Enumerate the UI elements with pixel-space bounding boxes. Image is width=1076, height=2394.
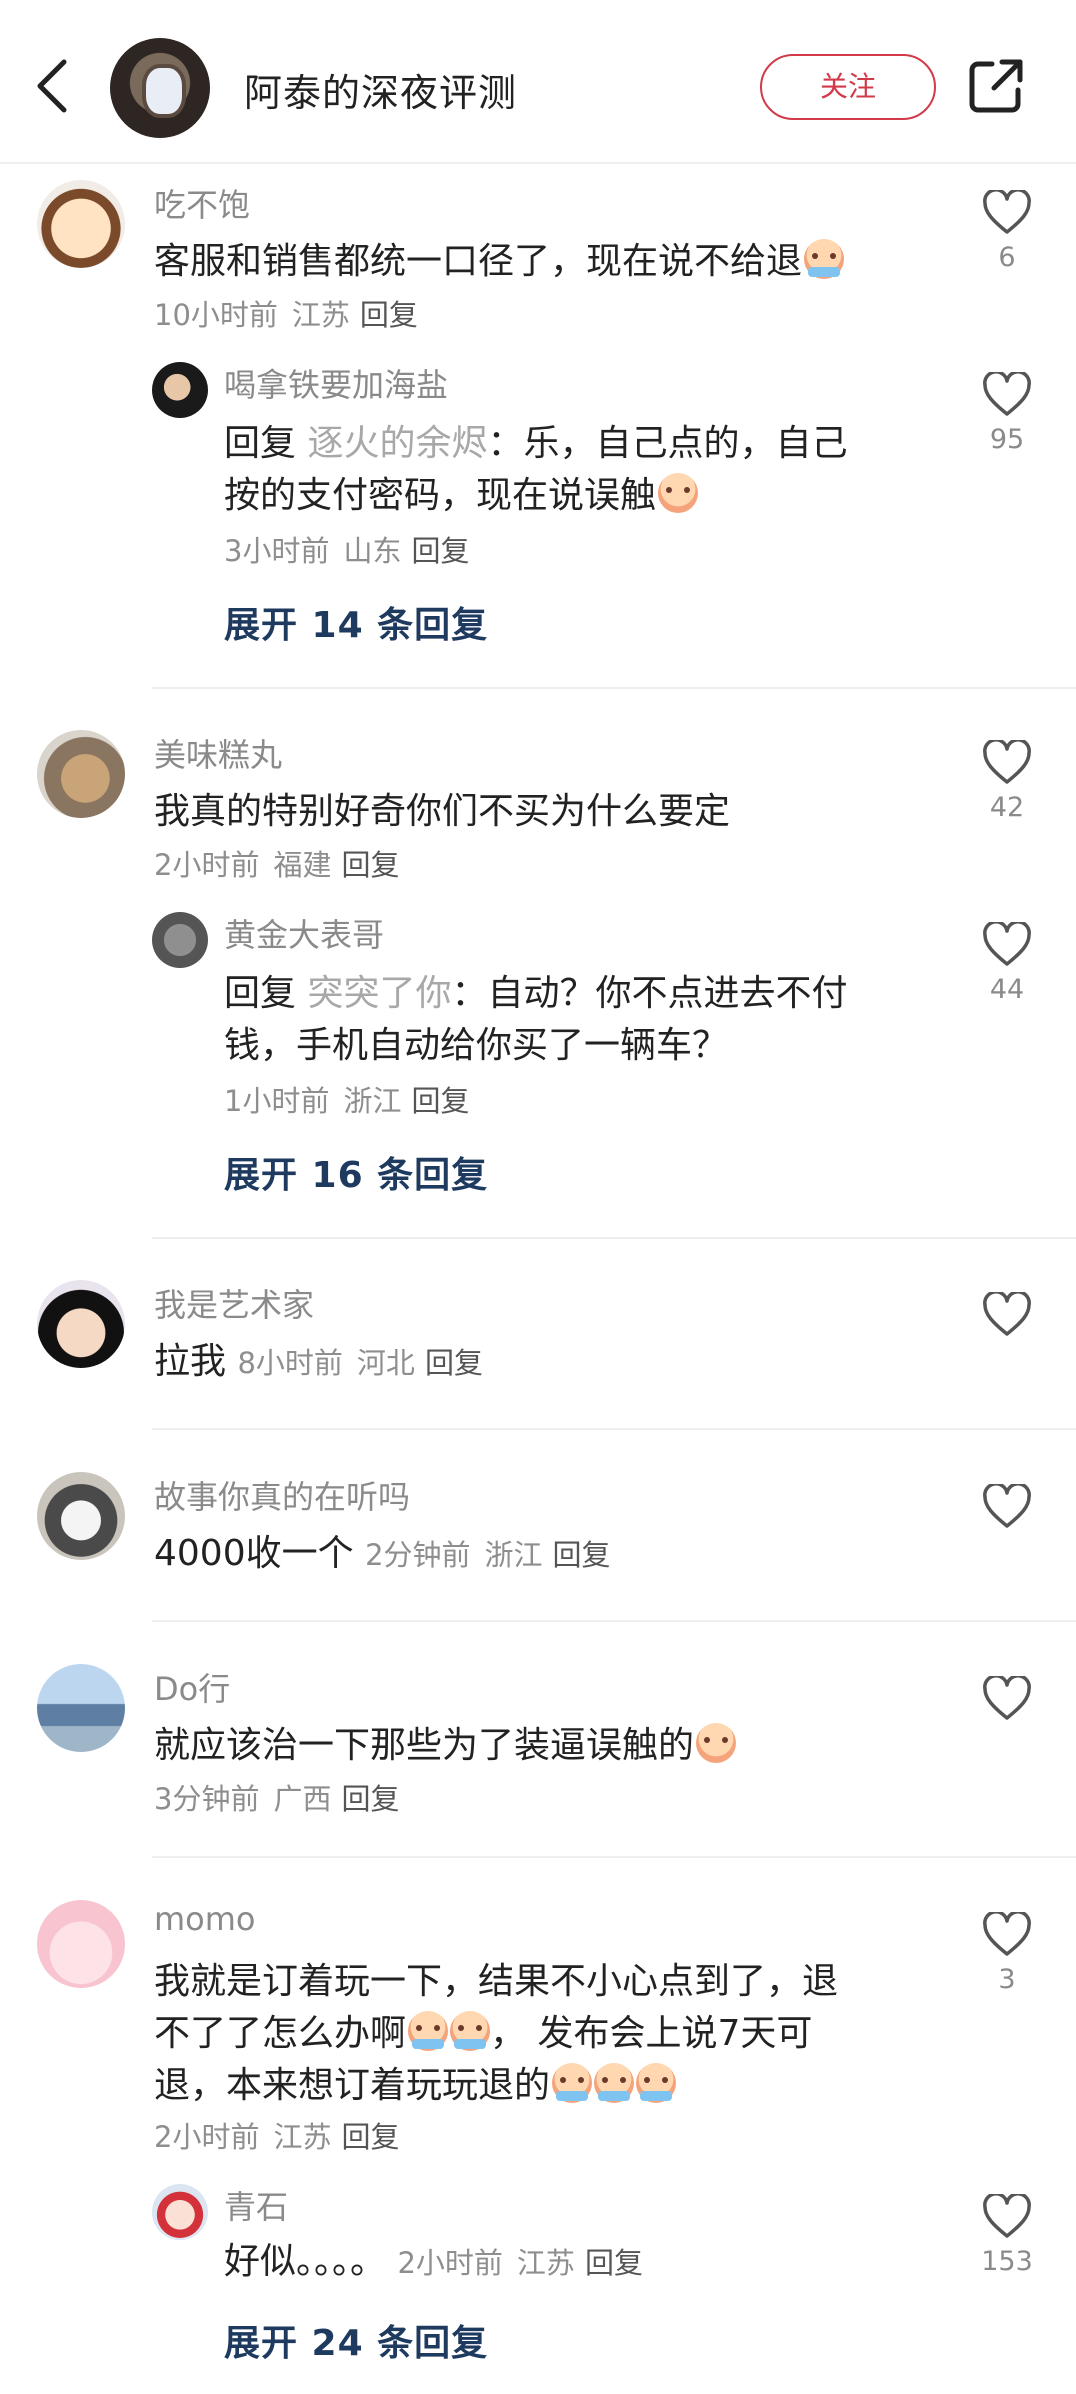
reply-button[interactable]: 回复 (553, 1538, 611, 1572)
top-bar: 阿泰的深夜评测 关注 (0, 0, 1076, 164)
divider (152, 1856, 1076, 1858)
comment-text[interactable]: 4000收一个 2分钟前 浙江 回复 (154, 1528, 934, 1581)
comment-meta: 2小时前 江苏 回复 (154, 2120, 400, 2154)
commenter-name[interactable]: 我是艺术家 (154, 1280, 314, 1326)
commenter-avatar[interactable] (37, 180, 125, 268)
replier-avatar[interactable] (152, 2184, 208, 2240)
crying-emoji-icon (804, 239, 845, 279)
heart-icon (983, 740, 1031, 784)
expand-replies-link[interactable]: 展开 24 条回复 (224, 2314, 488, 2366)
heart-icon (983, 1912, 1031, 1956)
reply-to-user[interactable]: 突突了你 (307, 973, 451, 1014)
like-count: 95 (989, 424, 1025, 455)
heart-icon (983, 372, 1031, 416)
divider (152, 1620, 1076, 1622)
reply-text[interactable]: 回复 逐火的余烬：乐，自己点的，自己 按的支付密码，现在说误触 (224, 418, 924, 522)
pig-emoji-icon (658, 473, 699, 513)
reply-button[interactable]: 回复 (341, 848, 399, 882)
share-icon[interactable] (968, 58, 1024, 114)
crying-emoji-icon (408, 2011, 449, 2051)
divider (152, 687, 1076, 689)
commenter-avatar[interactable] (37, 1664, 125, 1752)
like-button[interactable]: 6 (979, 190, 1035, 273)
crying-emoji-icon (594, 2063, 635, 2103)
expand-replies-link[interactable]: 展开 16 条回复 (224, 1146, 488, 1198)
replier-name[interactable]: 青石 (224, 2182, 288, 2228)
heart-icon (983, 1676, 1031, 1720)
comment-location: 江苏 (291, 298, 350, 332)
reply-meta: 1小时前 浙江 回复 (224, 1084, 470, 1118)
divider (152, 1237, 1076, 1239)
comment-meta: 2分钟前 浙江 回复 (365, 1538, 611, 1572)
replier-name[interactable]: 喝拿铁要加海盐 (224, 360, 448, 406)
like-button[interactable]: 44 (979, 922, 1035, 1005)
reply-button[interactable]: 回复 (585, 2246, 643, 2280)
heart-icon (983, 1292, 1031, 1336)
commenter-avatar[interactable] (37, 730, 125, 818)
replier-avatar[interactable] (152, 912, 208, 968)
comment-meta: 8小时前 河北 回复 (237, 1346, 483, 1380)
reply-button[interactable]: 回复 (341, 2120, 399, 2154)
crying-emoji-icon (636, 2063, 677, 2103)
like-count: 42 (989, 792, 1025, 823)
like-count: 3 (998, 1964, 1016, 1995)
like-button[interactable]: 95 (979, 372, 1035, 455)
comment-meta: 3分钟前 广西 回复 (154, 1782, 400, 1816)
comment-text[interactable]: 客服和销售都统一口径了，现在说不给退 (154, 236, 934, 288)
replier-avatar[interactable] (152, 362, 208, 418)
comment-meta: 10小时前 江苏 回复 (154, 292, 418, 334)
like-button[interactable]: 42 (979, 740, 1035, 823)
commenter-avatar[interactable] (37, 1900, 125, 1988)
like-button[interactable] (979, 1292, 1035, 1338)
divider (152, 1428, 1076, 1430)
comment-text[interactable]: 我真的特别好奇你们不买为什么要定 (154, 786, 934, 838)
comment-text[interactable]: 就应该治一下那些为了装逼误触的 (154, 1720, 934, 1772)
reply-button[interactable]: 回复 (411, 1084, 469, 1118)
back-icon[interactable] (30, 58, 74, 114)
like-button[interactable]: 153 (979, 2194, 1035, 2277)
follow-button[interactable]: 关注 (760, 54, 936, 120)
crying-emoji-icon (552, 2063, 593, 2103)
like-count: 6 (998, 242, 1016, 273)
like-count: 153 (981, 2246, 1033, 2277)
heart-icon (983, 1484, 1031, 1528)
commenter-avatar[interactable] (37, 1472, 125, 1560)
reply-meta: 2小时前 江苏 回复 (397, 2246, 643, 2280)
reply-button[interactable]: 回复 (425, 1346, 483, 1380)
replier-name[interactable]: 黄金大表哥 (224, 910, 384, 956)
reply-button[interactable]: 回复 (411, 534, 469, 568)
heart-icon (983, 190, 1031, 234)
commenter-name[interactable]: 吃不饱 (154, 180, 250, 226)
author-name[interactable]: 阿泰的深夜评测 (244, 62, 517, 117)
comment-meta: 2小时前 福建 回复 (154, 848, 400, 882)
like-button[interactable]: 3 (979, 1912, 1035, 1995)
comment-text[interactable]: 我就是订着玩一下，结果不小心点到了，退 不了了怎么办啊， 发布会上说7天可 退，… (154, 1956, 954, 2112)
reply-button[interactable]: 回复 (360, 298, 418, 332)
expand-replies-link[interactable]: 展开 14 条回复 (224, 596, 488, 648)
reply-button[interactable]: 回复 (341, 1782, 399, 1816)
commenter-avatar[interactable] (37, 1280, 125, 1368)
like-count: 44 (989, 974, 1025, 1005)
heart-icon (983, 922, 1031, 966)
crying-emoji-icon (450, 2011, 491, 2051)
commenter-name[interactable]: 故事你真的在听吗 (154, 1472, 410, 1518)
reply-to-user[interactable]: 逐火的余烬 (307, 423, 487, 464)
heart-icon (983, 2194, 1031, 2238)
reply-prefix: 回复 (224, 423, 297, 464)
commenter-name[interactable]: momo (154, 1900, 256, 1938)
reply-meta: 3小时前 山东 回复 (224, 534, 470, 568)
commenter-name[interactable]: 美味糕丸 (154, 730, 282, 776)
like-button[interactable] (979, 1676, 1035, 1722)
reply-text[interactable]: 好似。。。。 2小时前 江苏 回复 (224, 2236, 944, 2289)
comment-text[interactable]: 拉我 8小时前 河北 回复 (154, 1336, 934, 1389)
like-button[interactable] (979, 1484, 1035, 1530)
comment-time: 10小时前 (154, 298, 278, 332)
emoji-icon (696, 1723, 737, 1763)
commenter-name[interactable]: Do行 (154, 1664, 230, 1710)
author-avatar[interactable] (110, 38, 210, 138)
reply-text[interactable]: 回复 突突了你：自动？你不点进去不付 钱，手机自动给你买了一辆车？ (224, 968, 944, 1072)
